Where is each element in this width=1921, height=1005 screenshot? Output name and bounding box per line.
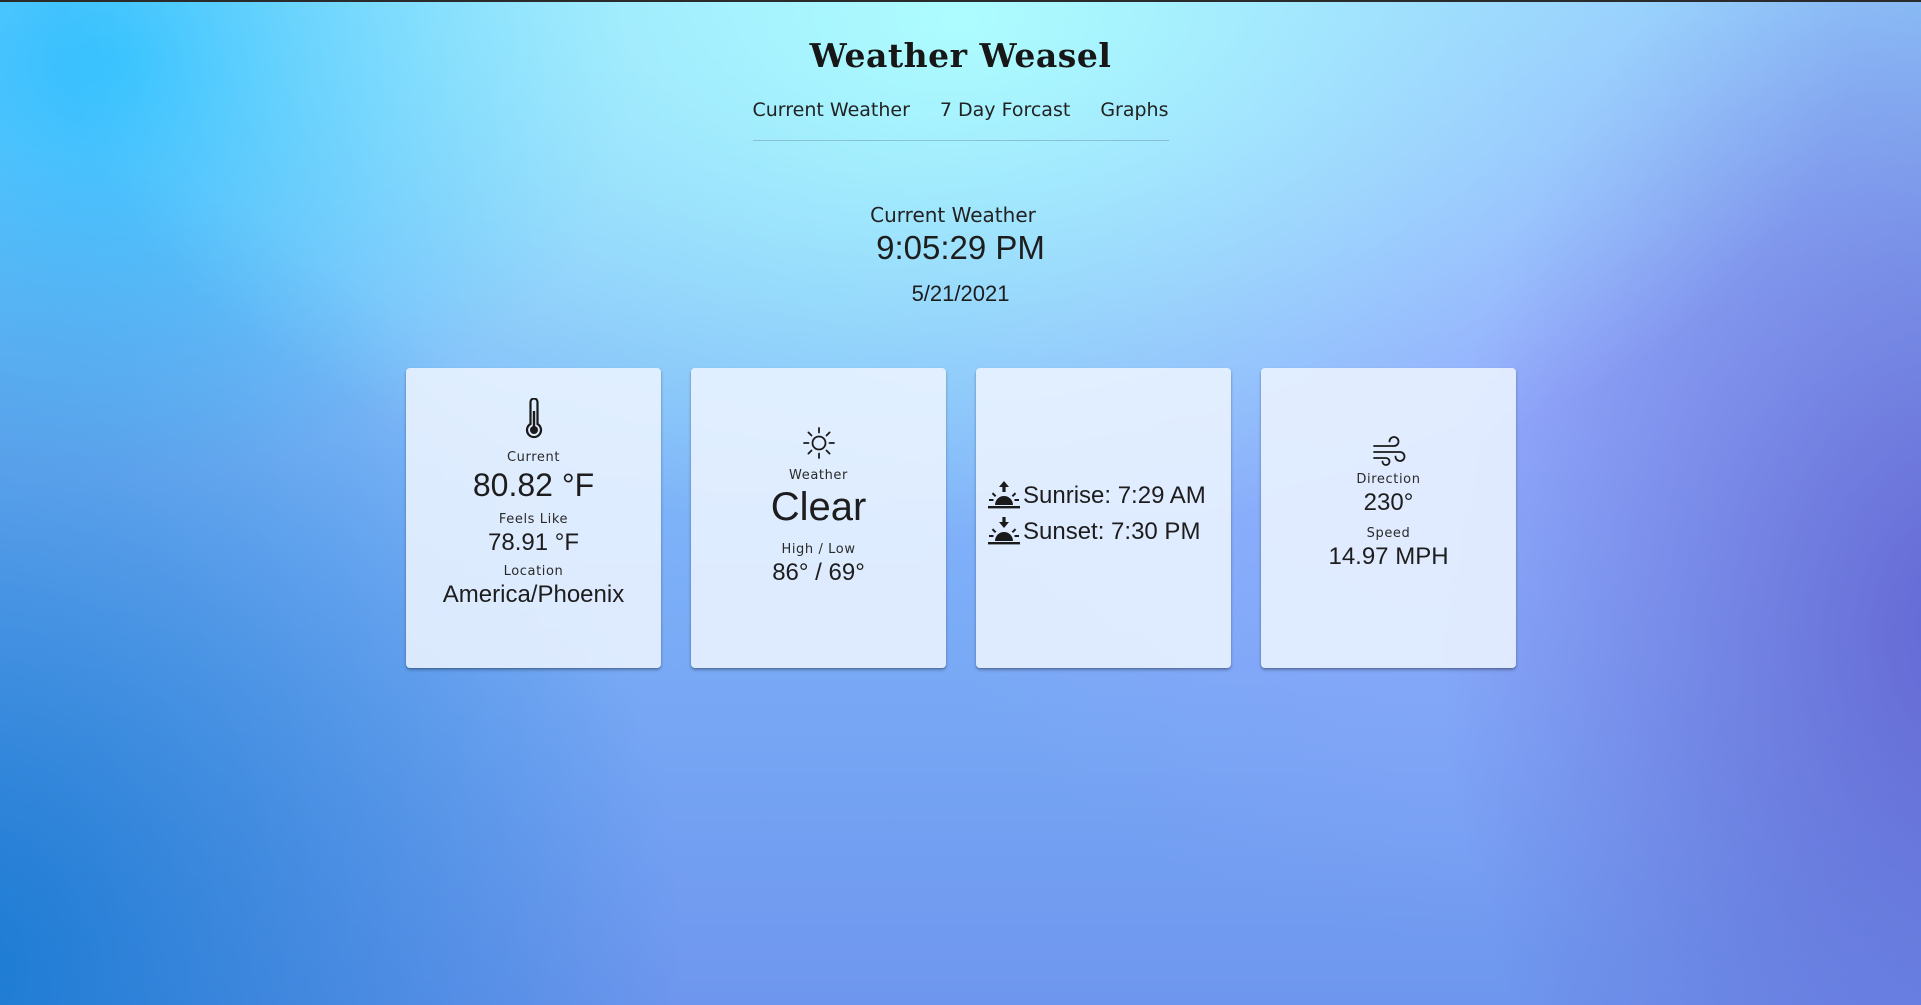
current-time-block: Current Weather 9:05:29 PM 5/21/2021	[0, 202, 1921, 308]
current-temp-value: 80.82 °F	[472, 467, 595, 503]
weather-label: Weather	[789, 468, 848, 483]
sunset-row: Sunset: 7:30 PM	[976, 514, 1231, 550]
nav-7-day-forcast[interactable]: 7 Day Forcast	[940, 98, 1070, 122]
sunset-icon	[988, 517, 1020, 545]
sunrise-row: Sunrise: 7:29 AM	[976, 478, 1231, 514]
location-value: America/Phoenix	[442, 581, 625, 608]
location-label: Location	[503, 564, 564, 579]
thermometer-icon	[525, 398, 542, 439]
nav-graphs[interactable]: Graphs	[1100, 98, 1168, 122]
main-nav: Current Weather 7 Day Forcast Graphs	[752, 98, 1169, 141]
speed-label: Speed	[1366, 526, 1411, 541]
sun-times-card-content: Sunrise: 7:29 AM Sunset: 7:30 PM	[976, 478, 1231, 550]
direction-label: Direction	[1356, 472, 1421, 487]
temperature-card-content: Current 80.82 °F Feels Like 78.91 °F Loc…	[406, 398, 661, 610]
sun-icon	[802, 427, 835, 459]
conditions-card: Weather Clear High / Low 86° / 69°	[691, 368, 946, 668]
current-temp-label: Current	[506, 450, 561, 465]
weather-value: Clear	[770, 485, 867, 529]
app-header: Weather Weasel Current Weather 7 Day For…	[0, 36, 1921, 141]
current-date: 5/21/2021	[911, 281, 1010, 306]
high-low-value: 86° / 69°	[772, 559, 865, 586]
wind-icon	[1372, 436, 1405, 466]
high-low-label: High / Low	[781, 542, 856, 557]
temperature-card: Current 80.82 °F Feels Like 78.91 °F Loc…	[406, 368, 661, 668]
feels-like-value: 78.91 °F	[488, 529, 579, 556]
sunrise-text: Sunrise: 7:29 AM	[1023, 482, 1206, 509]
current-time: 9:05:29 PM	[876, 229, 1045, 266]
direction-value: 230°	[1363, 489, 1414, 516]
sunset-text: Sunset: 7:30 PM	[1023, 518, 1201, 545]
weather-cards: Current 80.82 °F Feels Like 78.91 °F Loc…	[406, 368, 1516, 668]
sunrise-icon	[988, 481, 1020, 509]
section-title: Current Weather	[870, 203, 1036, 227]
sun-times-card: Sunrise: 7:29 AM Sunset: 7:30 PM	[976, 368, 1231, 668]
speed-value: 14.97 MPH	[1328, 543, 1449, 570]
nav-current-weather[interactable]: Current Weather	[753, 98, 910, 122]
feels-like-label: Feels Like	[498, 512, 569, 527]
app-title: Weather Weasel	[809, 36, 1112, 75]
wind-card: Direction 230° Speed 14.97 MPH	[1261, 368, 1516, 668]
wind-card-content: Direction 230° Speed 14.97 MPH	[1261, 436, 1516, 572]
conditions-card-content: Weather Clear High / Low 86° / 69°	[691, 426, 946, 588]
